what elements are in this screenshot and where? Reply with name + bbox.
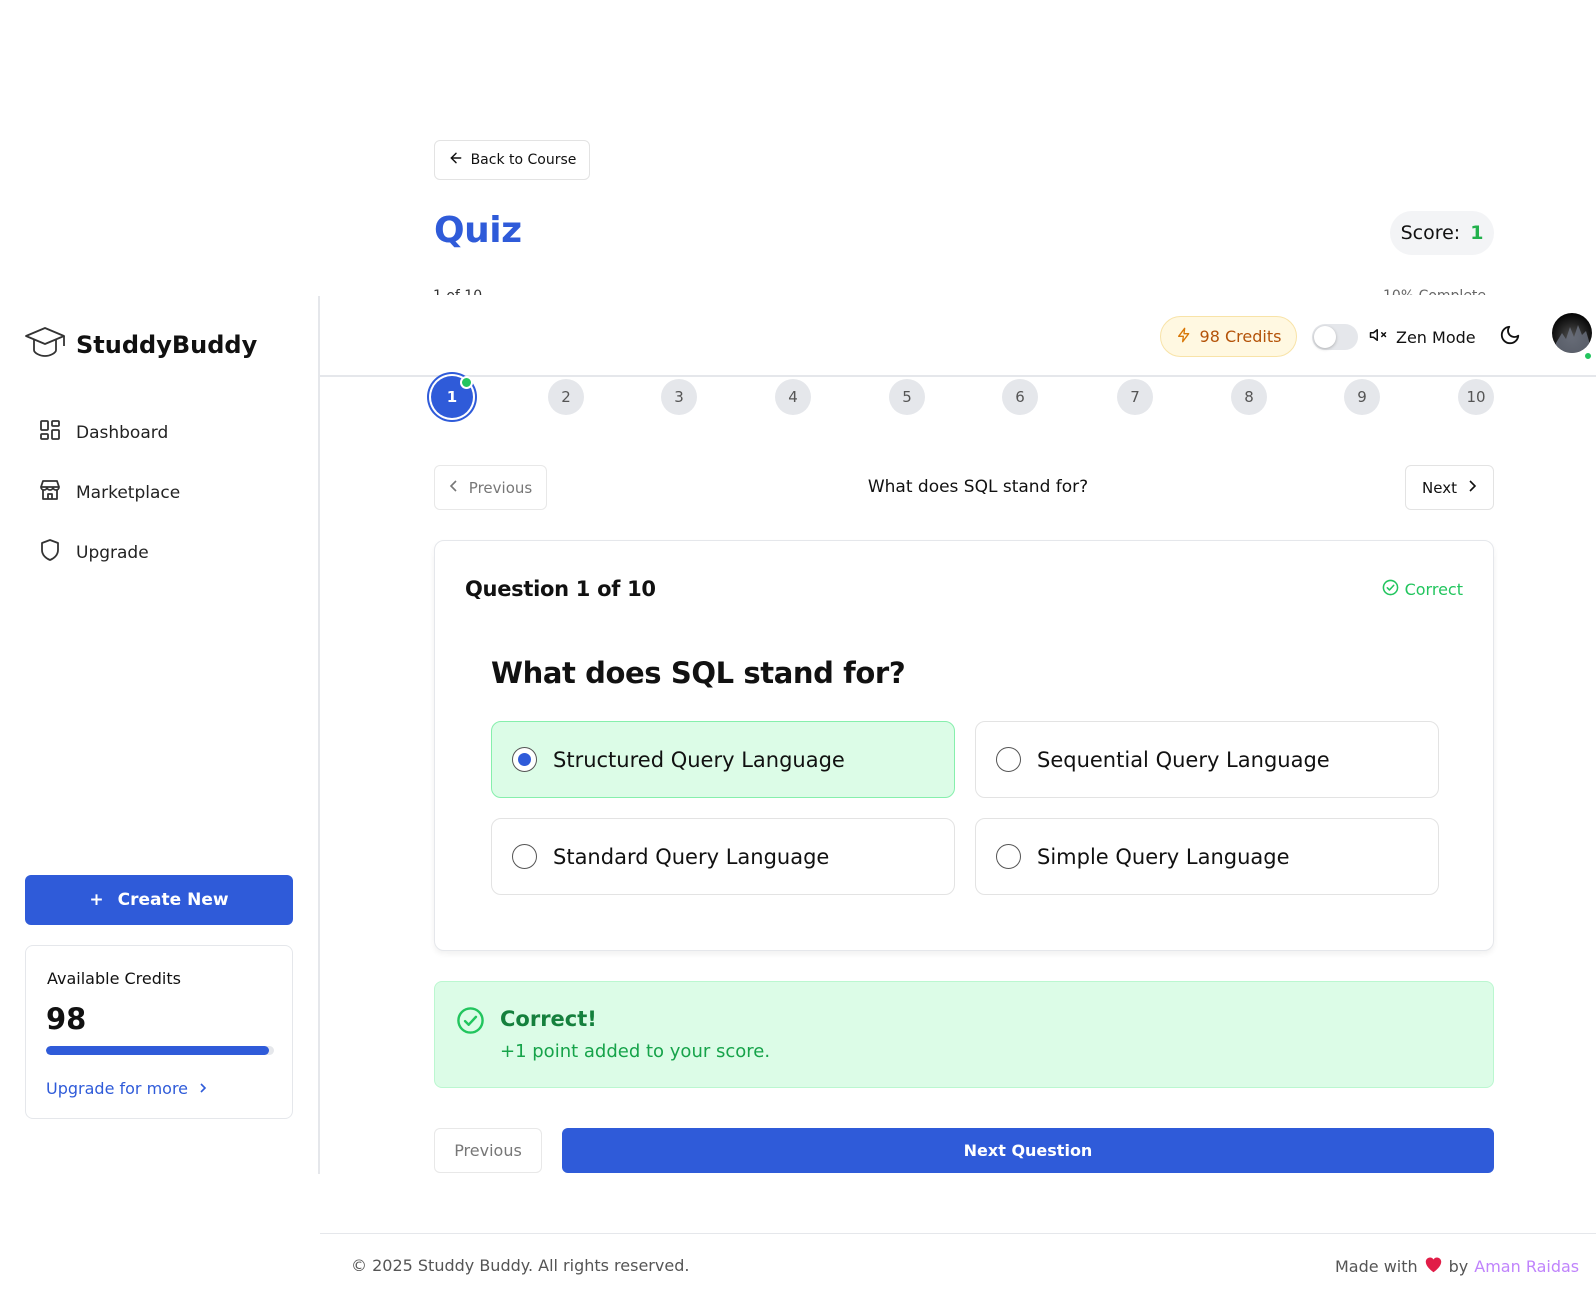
next-button[interactable]: Next — [1405, 465, 1494, 510]
credits-progress-bar — [46, 1046, 274, 1055]
page-title: Quiz — [434, 210, 522, 251]
chevron-right-icon — [198, 1079, 208, 1098]
author-link[interactable]: Aman Raidas — [1474, 1257, 1579, 1276]
progress-count: 1 of 10 — [433, 286, 482, 295]
online-status-dot — [1583, 351, 1593, 361]
score-value: 1 — [1470, 222, 1484, 244]
copyright: © 2025 Studdy Buddy. All rights reserved… — [351, 1256, 690, 1275]
create-new-label: Create New — [117, 890, 229, 910]
answer-option-3[interactable]: Standard Query Language — [491, 818, 955, 895]
toggle-knob — [1314, 326, 1336, 348]
score-label: Score: — [1400, 222, 1461, 244]
store-icon — [38, 478, 62, 507]
credits-badge[interactable]: 98 Credits — [1160, 316, 1297, 357]
previous-label: Previous — [468, 478, 533, 497]
next-question-button[interactable]: Next Question — [562, 1128, 1494, 1173]
chevron-left-icon — [449, 479, 459, 497]
radio-button[interactable] — [512, 747, 537, 772]
graduation-cap-icon — [24, 324, 66, 366]
brand-name: StuddyBuddy — [76, 331, 258, 359]
answer-option-4[interactable]: Simple Query Language — [975, 818, 1439, 895]
step-8[interactable]: 8 — [1231, 379, 1267, 415]
footer-divider — [320, 1233, 1596, 1234]
brand-logo[interactable]: StuddyBuddy — [24, 324, 257, 366]
check-circle-icon — [1382, 579, 1399, 600]
progress-percent: 10% Complete — [1383, 286, 1486, 295]
step-2[interactable]: 2 — [548, 379, 584, 415]
radio-button[interactable] — [996, 844, 1021, 869]
previous-question-button[interactable]: Previous — [434, 1128, 542, 1173]
next-label: Next — [1422, 478, 1457, 497]
zen-mode-control[interactable]: Zen Mode — [1368, 326, 1476, 348]
step-10[interactable]: 10 — [1458, 379, 1494, 415]
result-banner: Correct! +1 point added to your score. — [434, 981, 1494, 1088]
question-card: Question 1 of 10 Correct What does SQL s… — [434, 540, 1494, 951]
back-to-course-label: Back to Course — [470, 152, 577, 168]
made-with-label: Made with — [1335, 1257, 1418, 1276]
shield-icon — [38, 538, 62, 567]
step-3[interactable]: 3 — [661, 379, 697, 415]
lightning-icon — [1176, 327, 1192, 347]
answer-option-1[interactable]: Structured Query Language — [491, 721, 955, 798]
credits-progress-fill — [46, 1046, 270, 1055]
answer-label: Structured Query Language — [553, 747, 845, 772]
step-4[interactable]: 4 — [775, 379, 811, 415]
heart-icon — [1424, 1256, 1443, 1277]
radio-button[interactable] — [996, 747, 1021, 772]
sidebar-item-label: Dashboard — [76, 422, 169, 443]
upgrade-link-label: Upgrade for more — [46, 1079, 189, 1098]
moon-icon[interactable] — [1499, 324, 1521, 350]
next-question-label: Next Question — [963, 1141, 1093, 1160]
status-label: Correct — [1404, 580, 1463, 599]
question-nav-title: What does SQL stand for? — [867, 477, 1089, 497]
create-new-button[interactable]: + Create New — [25, 875, 293, 925]
step-9[interactable]: 9 — [1344, 379, 1380, 415]
zen-mode-toggle[interactable] — [1312, 324, 1358, 350]
made-with: Made with by Aman Raidas — [1335, 1256, 1579, 1277]
sidebar-item-label: Marketplace — [76, 482, 181, 503]
status-badge: Correct — [1382, 579, 1463, 600]
avatar[interactable] — [1552, 313, 1592, 353]
check-circle-icon — [456, 1006, 485, 1039]
sidebar-item-dashboard[interactable]: Dashboard — [38, 418, 168, 447]
step-6[interactable]: 6 — [1002, 379, 1038, 415]
credits-card-value: 98 — [46, 1002, 87, 1036]
plus-icon: + — [89, 890, 104, 910]
volume-mute-icon — [1368, 326, 1388, 348]
step-7[interactable]: 7 — [1117, 379, 1153, 415]
credits-label: 98 Credits — [1199, 327, 1282, 346]
credits-card-label: Available Credits — [47, 969, 181, 988]
sidebar-item-label: Upgrade — [76, 542, 149, 563]
back-to-course-button[interactable]: Back to Course — [434, 140, 590, 180]
sidebar-item-upgrade[interactable]: Upgrade — [38, 538, 149, 567]
arrow-left-icon — [448, 150, 464, 170]
zen-mode-label: Zen Mode — [1396, 327, 1476, 347]
upgrade-link[interactable]: Upgrade for more — [46, 1079, 208, 1098]
answer-label: Simple Query Language — [1037, 844, 1290, 869]
result-title: Correct! — [500, 1007, 597, 1031]
answer-label: Standard Query Language — [553, 844, 830, 869]
question-heading: Question 1 of 10 — [465, 577, 656, 601]
radio-button[interactable] — [512, 844, 537, 869]
step-complete-dot — [460, 376, 473, 389]
grid-icon — [38, 418, 62, 447]
score-badge: Score: 1 — [1390, 211, 1494, 255]
answer-label: Sequential Query Language — [1037, 747, 1330, 772]
credits-card: Available Credits 98 Upgrade for more — [25, 945, 293, 1119]
question-text: What does SQL stand for? — [491, 656, 906, 690]
answer-option-2[interactable]: Sequential Query Language — [975, 721, 1439, 798]
step-5[interactable]: 5 — [889, 379, 925, 415]
result-subtitle: +1 point added to your score. — [500, 1041, 771, 1062]
previous-question-label: Previous — [454, 1141, 522, 1160]
by-label: by — [1448, 1257, 1469, 1276]
chevron-right-icon — [1467, 479, 1477, 497]
previous-button[interactable]: Previous — [434, 465, 547, 510]
sidebar-item-marketplace[interactable]: Marketplace — [38, 478, 180, 507]
